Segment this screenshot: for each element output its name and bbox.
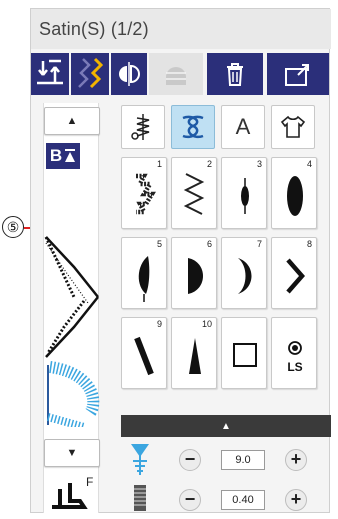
save-button[interactable] xyxy=(267,53,329,95)
tab-satin[interactable] xyxy=(171,105,215,149)
pattern-preview-column: ▲ B ▼ F xyxy=(43,103,100,513)
stitch-button-10[interactable]: 10 xyxy=(171,317,217,389)
length-minus-button[interactable]: − xyxy=(179,489,201,511)
width-value: 9.0 xyxy=(221,450,265,470)
mirror-icon xyxy=(119,62,140,86)
stitch-button-1[interactable]: 1 xyxy=(121,157,167,229)
square-icon xyxy=(233,343,257,367)
presser-foot-indicator: F xyxy=(44,475,100,511)
presser-foot-letter: F xyxy=(86,475,94,489)
category-tabs: A xyxy=(121,105,321,151)
elongation-button[interactable] xyxy=(149,53,203,95)
slanted-bar-stitch-icon xyxy=(134,336,154,376)
stitch-width-row: − 9.0 + xyxy=(121,441,331,481)
twin-needle-button[interactable] xyxy=(71,53,109,95)
triangle-up-icon: ▲ xyxy=(66,115,78,127)
large-oval-stitch-icon xyxy=(287,176,303,216)
stitch-button-3[interactable]: 3 xyxy=(221,157,267,229)
twin-needle-icon xyxy=(78,57,104,89)
elongation-icon xyxy=(166,67,186,85)
length-value: 0.40 xyxy=(221,490,265,510)
stitch-button-8[interactable]: 8 xyxy=(271,237,317,309)
stitch-button-custom-square[interactable] xyxy=(221,317,267,389)
stitch-button-5[interactable]: 5 xyxy=(121,237,167,309)
stitch-preview xyxy=(44,236,100,427)
crescent-stitch-icon xyxy=(238,258,252,294)
utility-stitch-icon xyxy=(131,114,150,140)
satin-zigzag-stitch-icon xyxy=(136,173,156,215)
satin-stitch-icon xyxy=(182,115,204,139)
stitch-length-row: − 0.40 + xyxy=(121,481,331,519)
triangle-up-icon: ▲ xyxy=(221,420,231,432)
width-minus-button[interactable]: − xyxy=(179,449,201,471)
stitch-button-ls[interactable]: LS xyxy=(271,317,317,389)
scroll-up-button[interactable]: ▲ xyxy=(44,107,100,135)
stitch-button-7[interactable]: 7 xyxy=(221,237,267,309)
stitch-button-6[interactable]: 6 xyxy=(171,237,217,309)
flip-icon xyxy=(65,149,76,162)
b-badge-letter: B xyxy=(49,146,63,165)
scroll-down-button[interactable]: ▼ xyxy=(44,439,100,467)
shirt-icon xyxy=(280,115,306,138)
stitch-button-4[interactable]: 4 xyxy=(271,157,317,229)
width-plus-button[interactable]: + xyxy=(285,449,307,471)
length-plus-button[interactable]: + xyxy=(285,489,307,511)
needle-up-down-button[interactable] xyxy=(31,53,69,95)
stitch-button-9[interactable]: 9 xyxy=(121,317,167,389)
delete-button[interactable] xyxy=(207,53,263,95)
alphabet-label: A xyxy=(235,114,251,139)
delete-icon xyxy=(227,63,243,86)
stitch-length-icon xyxy=(134,485,146,511)
callout-number: ⑤ xyxy=(2,216,24,238)
tab-utility[interactable] xyxy=(121,105,165,149)
teardrop-stitch-icon xyxy=(138,256,150,302)
save-icon xyxy=(285,64,309,86)
sewing-machine-screen: Satin(S) (1/2) ▲ B ▼ F A 1 2 3 4 5 6 7 8… xyxy=(30,8,331,513)
mirror-button[interactable] xyxy=(111,53,147,95)
target-icon xyxy=(288,341,302,355)
page-title: Satin(S) (1/2) xyxy=(31,9,331,49)
stitch-width-icon xyxy=(131,444,149,475)
chevron-stitch-icon xyxy=(286,258,305,294)
stitch-button-2[interactable]: 2 xyxy=(171,157,217,229)
tab-alphabet[interactable]: A xyxy=(221,105,265,149)
zigzag-stitch-icon xyxy=(183,173,205,215)
needle-up-down-icon xyxy=(37,59,63,85)
tab-applique[interactable] xyxy=(271,105,315,149)
presser-foot-icon xyxy=(52,483,88,509)
settings-panel-toggle[interactable]: ▲ xyxy=(121,415,331,437)
small-oval-stitch-icon xyxy=(241,178,249,214)
half-moon-stitch-icon xyxy=(188,258,203,294)
ls-label: LS xyxy=(287,360,303,374)
triangle-stitch-icon xyxy=(189,338,201,374)
toolbar xyxy=(31,53,331,95)
b-badge: B xyxy=(46,143,80,169)
triangle-down-icon: ▼ xyxy=(66,447,78,459)
